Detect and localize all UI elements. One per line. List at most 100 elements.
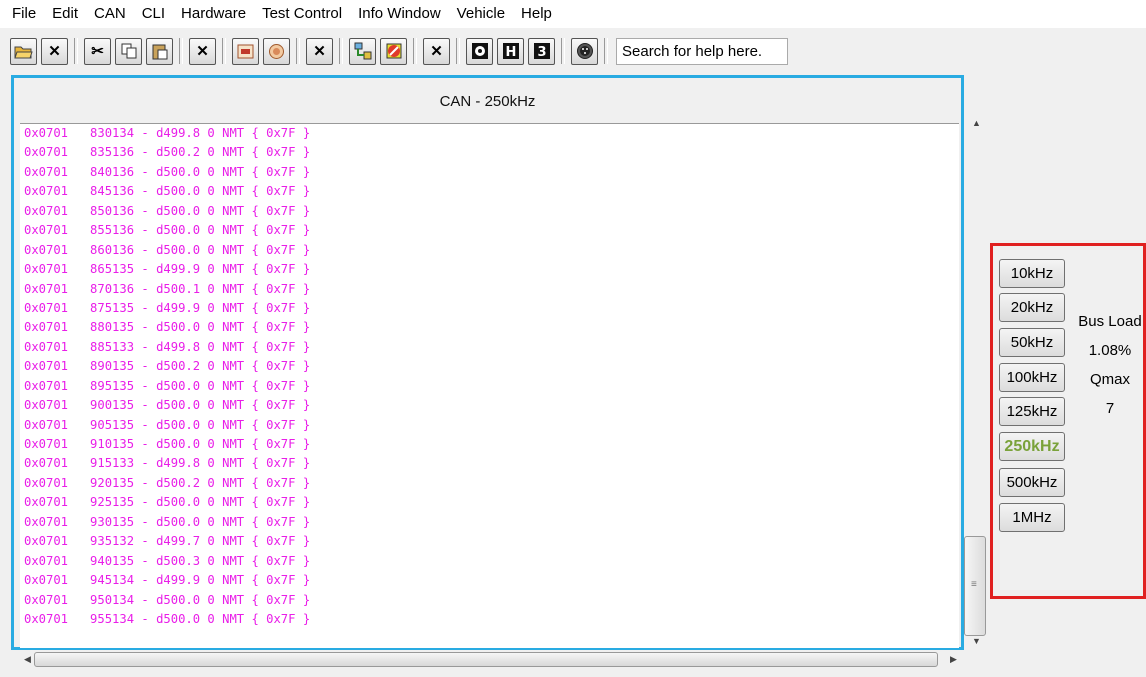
log-line: 0x0701 880135 - d500.0 0 NMT { 0x7F } [24, 320, 311, 335]
menu-edit[interactable]: Edit [44, 0, 86, 28]
log-line: 0x0701 910135 - d500.0 0 NMT { 0x7F } [24, 437, 311, 451]
qmax-label: Qmax [1089, 371, 1130, 388]
hand-stop-icon [269, 43, 284, 59]
close-button-4[interactable]: ✕ [423, 37, 450, 65]
bitrate-1mhz-button[interactable]: 1MHz [999, 503, 1065, 532]
copy-icon [121, 43, 136, 59]
open-folder-icon [14, 46, 33, 58]
mode-3-button[interactable]: 3 [528, 37, 555, 65]
close-button[interactable]: ✕ [41, 37, 68, 65]
stop-button[interactable] [263, 37, 290, 65]
close-button-2[interactable]: ✕ [189, 37, 216, 65]
toolbar-separator [456, 38, 460, 64]
connector-icon [576, 43, 593, 59]
network-button[interactable] [349, 37, 376, 65]
toolbar-separator [561, 38, 565, 64]
log-line: 0x0701 915133 - d499.8 0 NMT { 0x7F } [24, 456, 311, 471]
toolbar: ✕ ✂ ✕ ✕ ✕ H 3 Search for help here. [0, 31, 1146, 71]
can-window-title: CAN - 250kHz [439, 93, 536, 110]
bus-load-value: 1.08% [1088, 342, 1132, 359]
bitrate-50khz-button[interactable]: 50kHz [999, 328, 1065, 357]
bitrate-100khz-button[interactable]: 100kHz [999, 363, 1065, 392]
horizontal-scrollbar[interactable]: ◀ ▶ [16, 650, 961, 672]
can-window: CAN - 250kHz 0x0701 830134 - d499.8 0 NM… [11, 75, 964, 650]
scissors-icon: ✂ [91, 43, 104, 60]
octal-button[interactable] [466, 37, 493, 65]
log-line: 0x0701 885133 - d499.8 0 NMT { 0x7F } [24, 339, 311, 354]
block-icon [386, 43, 401, 59]
menu-vehicle[interactable]: Vehicle [449, 0, 513, 28]
toolbar-separator [296, 38, 300, 64]
log-line: 0x0701 955134 - d500.0 0 NMT { 0x7F } [24, 611, 311, 626]
vertical-scroll-thumb[interactable]: ≡ [964, 536, 986, 636]
close-button-3[interactable]: ✕ [306, 37, 333, 65]
block-button[interactable] [380, 37, 407, 65]
vertical-scrollbar[interactable]: ▲ ≡ ▼ [964, 116, 988, 650]
log-icon [237, 44, 254, 58]
three-icon: 3 [533, 43, 550, 60]
scroll-up-icon[interactable]: ▲ [972, 118, 981, 128]
close-icon: ✕ [196, 43, 209, 60]
log-line: 0x0701 905135 - d500.0 0 NMT { 0x7F } [24, 417, 311, 432]
log-line: 0x0701 845136 - d500.0 0 NMT { 0x7F } [24, 184, 311, 199]
log-line: 0x0701 855136 - d500.0 0 NMT { 0x7F } [24, 223, 311, 238]
log-line: 0x0701 860136 - d500.0 0 NMT { 0x7F } [24, 242, 311, 257]
bitrate-20khz-button[interactable]: 20kHz [999, 293, 1065, 322]
log-line: 0x0701 900135 - d500.0 0 NMT { 0x7F } [24, 398, 311, 413]
paste-button[interactable] [146, 37, 173, 65]
menu-test-control[interactable]: Test Control [254, 0, 350, 28]
toolbar-separator [413, 38, 417, 64]
bitrate-10khz-button[interactable]: 10kHz [999, 259, 1065, 288]
menu-info-window[interactable]: Info Window [350, 0, 449, 28]
help-search-input[interactable]: Search for help here. [616, 37, 788, 65]
scroll-right-icon[interactable]: ▶ [950, 654, 957, 665]
close-icon: ✕ [430, 43, 443, 60]
menu-can[interactable]: CAN [86, 0, 134, 28]
log-line: 0x0701 920135 - d500.2 0 NMT { 0x7F } [24, 475, 311, 490]
circle-o-icon [471, 43, 488, 59]
toolbar-separator [179, 38, 183, 64]
log-line: 0x0701 830134 - d499.8 0 NMT { 0x7F } [24, 126, 311, 140]
log-line: 0x0701 945134 - d499.9 0 NMT { 0x7F } [24, 573, 311, 588]
bus-load-label: Bus Load [1078, 313, 1142, 330]
horizontal-scroll-thumb[interactable] [34, 652, 938, 667]
log-line: 0x0701 875135 - d499.9 0 NMT { 0x7F } [24, 300, 311, 315]
svg-text:3: 3 [537, 45, 546, 60]
connector-button[interactable] [571, 37, 598, 65]
log-button[interactable] [232, 37, 259, 65]
menu-cli[interactable]: CLI [134, 0, 173, 28]
scroll-left-icon[interactable]: ◀ [24, 654, 31, 665]
bitrate-500khz-button[interactable]: 500kHz [999, 468, 1065, 497]
qmax-value: 7 [1105, 400, 1115, 417]
log-line: 0x0701 840136 - d500.0 0 NMT { 0x7F } [24, 164, 311, 179]
log-line: 0x0701 850136 - d500.0 0 NMT { 0x7F } [24, 203, 311, 218]
menu-help[interactable]: Help [513, 0, 560, 28]
h-icon: H [502, 43, 519, 60]
can-message-log[interactable]: 0x0701 830134 - d499.8 0 NMT { 0x7F } 0x0… [20, 123, 959, 648]
menu-hardware[interactable]: Hardware [173, 0, 254, 28]
log-line: 0x0701 930135 - d500.0 0 NMT { 0x7F } [24, 514, 311, 529]
log-line: 0x0701 890135 - d500.2 0 NMT { 0x7F } [24, 359, 311, 374]
toolbar-separator [339, 38, 343, 64]
network-icon [354, 42, 371, 60]
hex-button[interactable]: H [497, 37, 524, 65]
log-line: 0x0701 895135 - d500.0 0 NMT { 0x7F } [24, 378, 311, 393]
menu-file[interactable]: File [0, 0, 44, 28]
log-line: 0x0701 935132 - d499.7 0 NMT { 0x7F } [24, 534, 311, 549]
bitrate-125khz-button[interactable]: 125kHz [999, 397, 1065, 426]
open-folder-button[interactable] [10, 37, 37, 65]
toolbar-separator [74, 38, 78, 64]
copy-button[interactable] [115, 37, 142, 65]
log-line: 0x0701 835136 - d500.2 0 NMT { 0x7F } [24, 145, 311, 160]
toolbar-separator [604, 38, 608, 64]
log-line: 0x0701 865135 - d499.9 0 NMT { 0x7F } [24, 262, 311, 277]
bitrate-250khz-button[interactable]: 250kHz [999, 432, 1065, 461]
log-line: 0x0701 940135 - d500.3 0 NMT { 0x7F } [24, 553, 311, 568]
bitrate-panel: 10kHz 20kHz 50kHz 100kHz 125kHz 250kHz 5… [990, 243, 1146, 599]
scroll-down-icon[interactable]: ▼ [972, 636, 981, 646]
cut-button[interactable]: ✂ [84, 37, 111, 65]
log-line: 0x0701 870136 - d500.1 0 NMT { 0x7F } [24, 281, 311, 296]
grip-icon: ≡ [971, 579, 977, 590]
log-line: 0x0701 925135 - d500.0 0 NMT { 0x7F } [24, 495, 311, 510]
close-icon: ✕ [48, 43, 61, 60]
